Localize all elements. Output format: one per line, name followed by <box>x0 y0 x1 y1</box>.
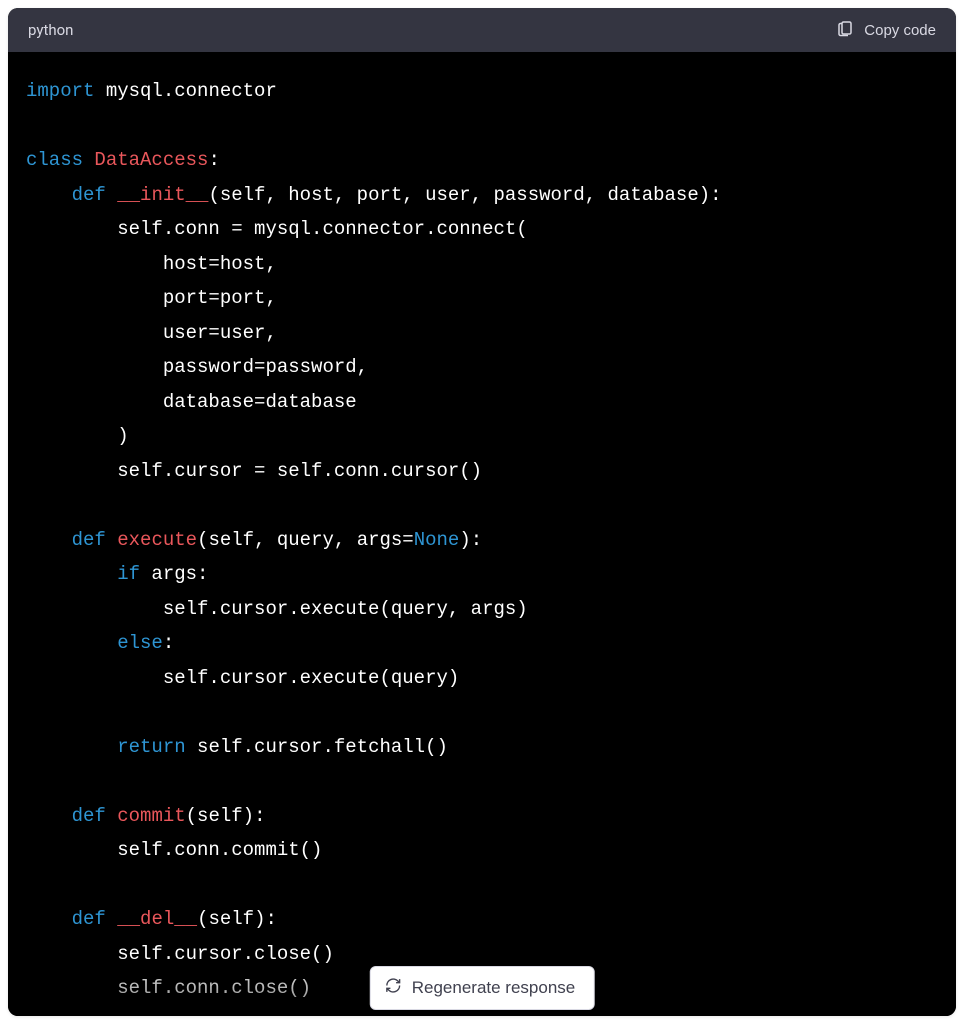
code-header: python Copy code <box>8 8 956 52</box>
copy-code-button[interactable]: Copy code <box>836 19 936 41</box>
code-token: self.cursor.execute(query) <box>26 667 459 689</box>
code-token: __init__ <box>117 184 208 206</box>
code-token: DataAccess <box>94 149 208 171</box>
code-token: ) <box>26 425 129 447</box>
code-line <box>26 695 938 730</box>
code-token: (self): <box>186 805 266 827</box>
code-line: host=host, <box>26 247 938 282</box>
code-token: self.cursor.execute(query, args) <box>26 598 528 620</box>
copy-code-label: Copy code <box>864 22 936 39</box>
code-token: self.conn.close() <box>26 977 311 999</box>
code-token <box>106 908 117 930</box>
code-line: port=port, <box>26 281 938 316</box>
code-token: def <box>72 529 106 551</box>
code-content[interactable]: import mysql.connector class DataAccess:… <box>8 52 956 1016</box>
code-token: (self, host, port, user, password, datab… <box>208 184 721 206</box>
code-token <box>106 529 117 551</box>
code-token: __del__ <box>117 908 197 930</box>
code-token <box>26 529 72 551</box>
code-token: self.cursor.fetchall() <box>186 736 448 758</box>
code-line <box>26 109 938 144</box>
code-token <box>106 805 117 827</box>
code-token: if <box>117 563 140 585</box>
code-token: ): <box>459 529 482 551</box>
code-token <box>26 736 117 758</box>
code-token: commit <box>117 805 185 827</box>
code-token <box>26 563 117 585</box>
code-token <box>26 908 72 930</box>
code-token: def <box>72 908 106 930</box>
code-token <box>26 805 72 827</box>
regenerate-wrap: Regenerate response <box>370 966 595 1010</box>
code-line: self.conn.commit() <box>26 833 938 868</box>
code-line: database=database <box>26 385 938 420</box>
code-token: self.conn = mysql.connector.connect( <box>26 218 528 240</box>
code-token: host=host, <box>26 253 277 275</box>
code-line: if args: <box>26 557 938 592</box>
code-token: self.cursor = self.conn.cursor() <box>26 460 482 482</box>
clipboard-icon <box>836 19 854 41</box>
code-token <box>26 184 72 206</box>
code-token: user=user, <box>26 322 277 344</box>
code-token: database=database <box>26 391 357 413</box>
code-token: def <box>72 805 106 827</box>
code-line <box>26 764 938 799</box>
code-token: port=port, <box>26 287 277 309</box>
code-token: return <box>117 736 185 758</box>
code-token: else <box>117 632 163 654</box>
code-block: python Copy code import mysql.connector … <box>8 8 956 1016</box>
code-token <box>26 632 117 654</box>
code-line: password=password, <box>26 350 938 385</box>
code-token: password=password, <box>26 356 368 378</box>
code-token: (self): <box>197 908 277 930</box>
code-token: : <box>208 149 219 171</box>
code-line: self.conn = mysql.connector.connect( <box>26 212 938 247</box>
code-line: import mysql.connector <box>26 74 938 109</box>
code-line: self.cursor.execute(query) <box>26 661 938 696</box>
code-token: (self, query, args= <box>197 529 414 551</box>
code-token: execute <box>117 529 197 551</box>
code-token: import <box>26 80 94 102</box>
code-line: def commit(self): <box>26 799 938 834</box>
code-line: self.cursor.execute(query, args) <box>26 592 938 627</box>
code-line: def __del__(self): <box>26 902 938 937</box>
code-line: else: <box>26 626 938 661</box>
code-token: self.conn.commit() <box>26 839 322 861</box>
language-label: python <box>28 21 73 39</box>
code-line: class DataAccess: <box>26 143 938 178</box>
code-token <box>83 149 94 171</box>
code-line: def execute(self, query, args=None): <box>26 523 938 558</box>
code-token: def <box>72 184 106 206</box>
code-line: user=user, <box>26 316 938 351</box>
code-line: self.cursor = self.conn.cursor() <box>26 454 938 489</box>
code-token <box>106 184 117 206</box>
code-token: args: <box>140 563 208 585</box>
code-token: mysql.connector <box>94 80 276 102</box>
refresh-icon <box>385 977 402 999</box>
code-line <box>26 868 938 903</box>
code-line <box>26 488 938 523</box>
code-line: def __init__(self, host, port, user, pas… <box>26 178 938 213</box>
regenerate-response-button[interactable]: Regenerate response <box>370 966 595 1010</box>
code-token: : <box>163 632 174 654</box>
code-token: self.cursor.close() <box>26 943 334 965</box>
regenerate-label: Regenerate response <box>412 978 576 998</box>
code-token: None <box>414 529 460 551</box>
code-token: class <box>26 149 83 171</box>
code-line: return self.cursor.fetchall() <box>26 730 938 765</box>
code-line: ) <box>26 419 938 454</box>
